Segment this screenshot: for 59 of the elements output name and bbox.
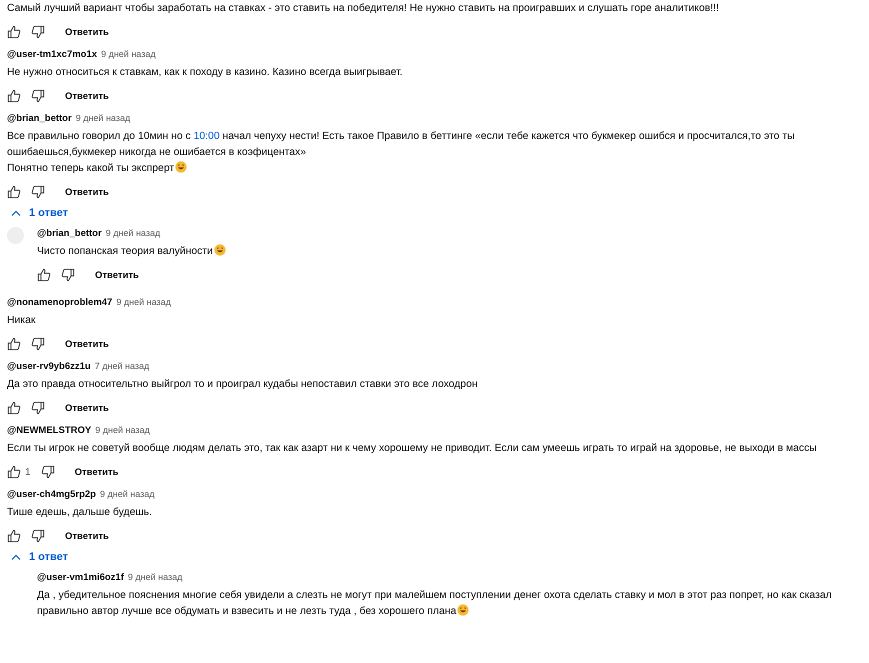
- thumbs-down-icon[interactable]: [31, 529, 45, 543]
- comment-author[interactable]: @user-rv9yb6zz1u: [7, 361, 91, 372]
- comment-time[interactable]: 9 дней назад: [116, 297, 171, 307]
- thumbs-up-icon[interactable]: [7, 25, 21, 39]
- comment-author[interactable]: @brian_bettor: [37, 228, 102, 239]
- timestamp-link[interactable]: 10:00: [194, 131, 220, 142]
- reply-button[interactable]: Ответить: [59, 184, 115, 200]
- comment-text: Тише едешь, дальше будешь.: [7, 506, 153, 520]
- comment-time[interactable]: 9 дней назад: [128, 572, 182, 582]
- comment-text: Да это правда относительтно выйгрол то и проиграл кудабы непоставил ставки это все лоходрон: [7, 378, 479, 392]
- replies-toggle[interactable]: 1 ответ: [11, 203, 68, 223]
- thumbs-down-icon[interactable]: [61, 268, 75, 282]
- reply-button[interactable]: Ответить: [59, 400, 115, 416]
- reply-button[interactable]: Ответить: [59, 528, 115, 544]
- laughing-emoji-icon: [175, 161, 188, 173]
- laughing-emoji-icon: [214, 244, 226, 256]
- comment-author[interactable]: @user-tm1xc7mo1x: [7, 49, 98, 60]
- thumbs-down-icon[interactable]: [31, 337, 45, 351]
- comment-text: Все правильно говорил до 10мин но с 10:00 начал чепуху нести! Есть такое Правило в беттинге «если тебе кажется что букмекер ошибся и просчитался,то это ты ошибаешься,букмекер никогда не ошибается в коэфицентах»: [7, 130, 796, 160]
- comment-text: Да , убедительное пояснения многие себя увидели а слезть не могут при малейшем поступлении денег охота сделать ставку и мол в этот раз попрет, но как сказал правильно автор лучше все обдумать и взвесить и не лезть туда , без хорошего плана: [37, 589, 833, 619]
- comment-time[interactable]: 7 дней назад: [94, 361, 150, 371]
- comment-author[interactable]: @NEWMELSTROY: [7, 425, 92, 436]
- reply-button[interactable]: Ответить: [59, 24, 115, 40]
- reply-button[interactable]: Ответить: [68, 464, 124, 480]
- thumbs-down-icon[interactable]: [31, 25, 45, 39]
- comment-time[interactable]: 9 дней назад: [106, 228, 160, 238]
- comment-text: Самый лучший вариант чтобы заработать на ставках - это ставить на победителя! Не нужно ставить на проигравших и слушать горе аналитиков!!!: [7, 2, 720, 16]
- caret-icon: [11, 210, 21, 216]
- comment-text: Никак: [7, 314, 36, 328]
- laughing-emoji-icon: [457, 604, 470, 616]
- thumbs-down-icon[interactable]: [31, 89, 45, 103]
- replies-toggle[interactable]: 1 ответ: [11, 547, 68, 567]
- comment-time[interactable]: 9 дней назад: [95, 425, 150, 435]
- comment-author[interactable]: @user-vm1mi6oz1f: [37, 572, 124, 583]
- comment-text: Не нужно относиться к ставкам, как к походу в казино. Казино всегда выигрывает.: [7, 66, 404, 80]
- reply-button[interactable]: Ответить: [89, 268, 145, 282]
- like-count: 1: [25, 466, 31, 478]
- comment-time[interactable]: 9 дней назад: [100, 489, 155, 499]
- comment-author[interactable]: @nonamenoproblem47: [7, 297, 112, 308]
- comment-author[interactable]: @user-ch4mg5rp2p: [7, 489, 96, 500]
- comment-text: Если ты игрок не советуй вообще людям делать это, так как азарт ни к чему хорошему не приводит. Если сам умеешь играть то играй на здоровье, не выходи в массы: [7, 442, 818, 456]
- thumbs-down-icon[interactable]: [40, 465, 55, 479]
- reply-button[interactable]: Ответить: [59, 336, 115, 352]
- thumbs-up-icon[interactable]: [37, 268, 51, 282]
- thumbs-up-icon[interactable]: [7, 185, 21, 199]
- thumbs-down-icon[interactable]: [31, 185, 45, 199]
- comment-author[interactable]: @brian_bettor: [7, 113, 72, 124]
- comment-text: Чисто попанская теория валуйности: [37, 244, 863, 260]
- comment-text: Понятно теперь какой ты экспрерт: [7, 161, 863, 177]
- thumbs-down-icon[interactable]: [31, 401, 45, 415]
- reply-button[interactable]: Ответить: [59, 88, 115, 104]
- thumbs-up-icon[interactable]: [7, 401, 21, 415]
- comment-time[interactable]: 9 дней назад: [101, 49, 156, 59]
- thumbs-up-icon[interactable]: [7, 529, 21, 543]
- thumbs-up-icon[interactable]: [7, 337, 21, 351]
- comment-time[interactable]: 9 дней назад: [76, 113, 130, 123]
- caret-icon: [11, 554, 21, 560]
- thumbs-up-icon[interactable]: [7, 89, 21, 103]
- thumbs-up-icon[interactable]: [7, 465, 21, 479]
